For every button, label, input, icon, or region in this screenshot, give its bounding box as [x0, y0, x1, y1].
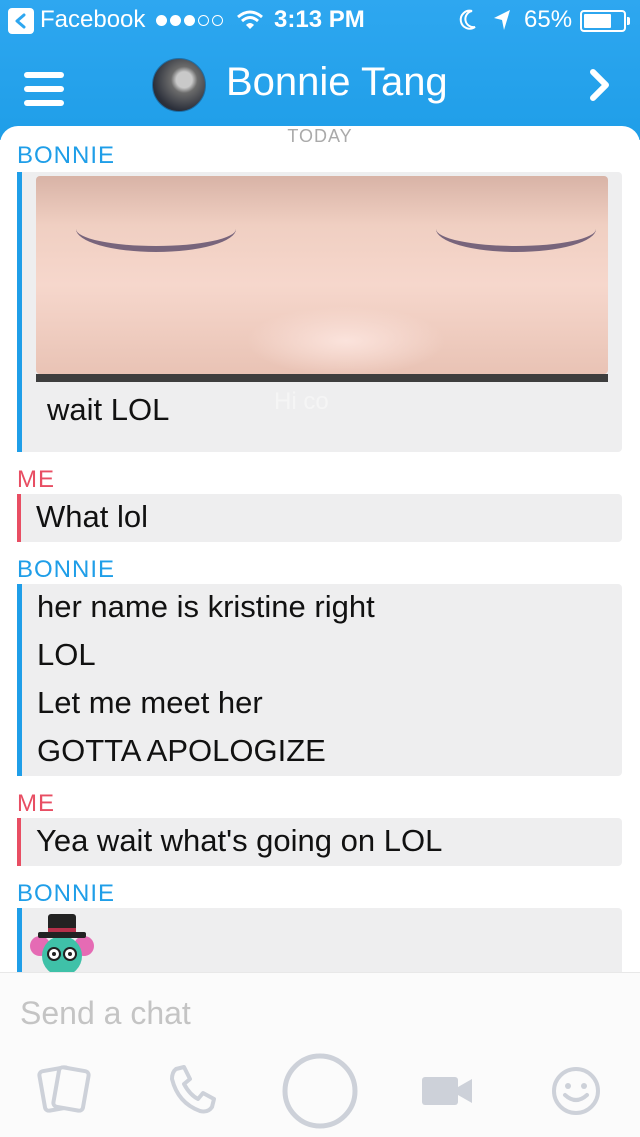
signal-icon: [156, 15, 223, 26]
status-bar: Facebook 3:13 PM 65%: [0, 0, 640, 40]
sender-label: BONNIE: [17, 142, 116, 169]
hamburger-menu-icon[interactable]: [24, 72, 64, 106]
message-bubble[interactable]: her name is kristine right LOL Let me me…: [17, 584, 622, 776]
message-text: GOTTA APOLOGIZE: [37, 733, 326, 768]
avatar[interactable]: [152, 58, 206, 112]
sender-label: ME: [17, 466, 55, 493]
chat-input[interactable]: [20, 991, 580, 1035]
video-icon[interactable]: [420, 1071, 476, 1111]
composer: [0, 972, 640, 1137]
clock: 3:13 PM: [274, 6, 365, 33]
moon-icon: [459, 9, 476, 30]
message-text: LOL: [37, 637, 96, 672]
message-bubble[interactable]: What lol: [17, 494, 622, 542]
sender-label: BONNIE: [17, 880, 116, 907]
top-bar: Facebook 3:13 PM 65% Bonnie Tang: [0, 0, 640, 140]
nav-bar: Bonnie Tang: [0, 40, 640, 130]
message-bubble[interactable]: Yea wait what's going on LOL: [17, 818, 622, 866]
sender-label: ME: [17, 790, 55, 817]
back-app-label[interactable]: Facebook: [40, 6, 145, 34]
message-text: wait LOL: [47, 392, 170, 427]
capture-icon[interactable]: [280, 1051, 360, 1131]
phone-icon[interactable]: [164, 1061, 220, 1117]
message-text: Yea wait what's going on LOL: [36, 823, 443, 858]
chat-thread[interactable]: TODAY BONNIE wait LOL Hi co ME What lol …: [0, 126, 640, 972]
bitmoji-sticker-icon[interactable]: [28, 912, 98, 972]
cards-icon[interactable]: [36, 1061, 92, 1117]
message-bubble[interactable]: [17, 908, 622, 972]
snap-image[interactable]: [36, 176, 608, 374]
battery-icon: [580, 10, 630, 32]
message-text: Let me meet her: [37, 685, 263, 720]
message-text: her name is kristine right: [37, 589, 375, 624]
battery-percent: 65%: [524, 6, 573, 33]
back-to-app-icon[interactable]: [8, 8, 34, 34]
snap-overlay-text: Hi co: [274, 388, 329, 415]
smiley-icon[interactable]: [550, 1065, 602, 1117]
wifi-icon: [237, 10, 263, 29]
location-icon: [494, 10, 510, 30]
chevron-right-icon[interactable]: [588, 68, 612, 102]
snap-divider: [36, 374, 608, 382]
page-title[interactable]: Bonnie Tang: [226, 60, 448, 105]
sender-label: BONNIE: [17, 556, 116, 583]
message-text: What lol: [36, 499, 148, 534]
